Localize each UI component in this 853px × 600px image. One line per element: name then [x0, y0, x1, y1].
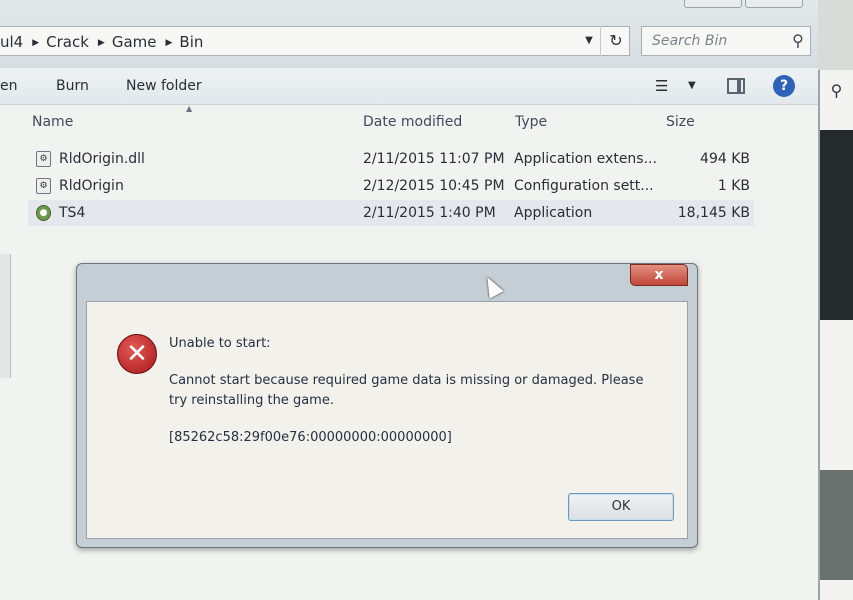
- file-name: TS4: [59, 205, 86, 221]
- dll-file-icon: ⚙: [36, 151, 51, 167]
- command-toolbar: en Burn New folder ☰ ▼ ?: [0, 68, 818, 105]
- minimize-button[interactable]: [684, 0, 742, 8]
- file-date: 2/11/2015 11:07 PM: [363, 151, 505, 167]
- dialog-close-button[interactable]: x: [630, 264, 688, 286]
- dialog-heading: Unable to start:: [169, 336, 271, 351]
- breadcrumb-separator-icon[interactable]: ▶: [32, 38, 39, 48]
- search-icon[interactable]: ⚲: [820, 78, 853, 104]
- file-type: Application extens...: [514, 151, 657, 167]
- search-input[interactable]: Search Bin: [641, 26, 811, 56]
- maximize-button[interactable]: [745, 0, 803, 8]
- file-row-selected[interactable]: ● TS4 2/11/2015 1:40 PM Application 18,1…: [28, 200, 754, 226]
- background-window-content: [820, 130, 853, 320]
- background-window-content: [820, 470, 853, 580]
- address-bar[interactable]: ul4 ▶ Crack ▶ Game ▶ Bin: [0, 26, 630, 56]
- breadcrumb-separator-icon[interactable]: ▶: [166, 38, 173, 48]
- breadcrumb-crack[interactable]: Crack: [46, 33, 89, 51]
- burn-button[interactable]: Burn: [56, 68, 89, 104]
- dialog-message-line-2: try reinstalling the game.: [169, 393, 334, 408]
- open-button[interactable]: en: [0, 68, 18, 104]
- file-date: 2/11/2015 1:40 PM: [363, 205, 496, 221]
- file-size: 494 KB: [700, 151, 750, 167]
- file-type: Configuration sett...: [514, 178, 654, 194]
- refresh-icon[interactable]: ↻: [600, 26, 631, 56]
- navigation-pane-edge: [0, 254, 11, 378]
- file-name: RldOrigin: [59, 178, 124, 194]
- help-icon[interactable]: ?: [773, 75, 795, 97]
- sort-ascending-icon: ▲: [186, 104, 193, 113]
- file-date: 2/12/2015 10:45 PM: [363, 178, 505, 194]
- search-icon[interactable]: ⚲: [788, 31, 808, 51]
- change-view-icon[interactable]: ☰: [655, 68, 668, 104]
- config-file-icon: ⚙: [36, 178, 51, 194]
- column-header-name[interactable]: Name: [32, 114, 73, 130]
- error-icon: ✕: [117, 334, 157, 374]
- file-type: Application: [514, 205, 593, 221]
- preview-pane-icon[interactable]: [727, 78, 745, 94]
- file-size: 18,145 KB: [677, 205, 750, 221]
- breadcrumb-game[interactable]: Game: [112, 33, 157, 51]
- column-header-date[interactable]: Date modified: [363, 114, 462, 130]
- file-size: 1 KB: [717, 178, 750, 194]
- column-header-size[interactable]: Size: [666, 114, 695, 130]
- dialog-message-line-1: Cannot start because required game data …: [169, 373, 644, 388]
- file-row[interactable]: ⚙ RldOrigin.dll 2/11/2015 11:07 PM Appli…: [28, 146, 754, 172]
- view-options-dropdown-icon[interactable]: ▼: [688, 68, 696, 104]
- application-icon: ●: [36, 205, 51, 221]
- new-folder-button[interactable]: New folder: [126, 68, 202, 104]
- breadcrumb-ul4[interactable]: ul4: [0, 33, 23, 51]
- breadcrumb-bin[interactable]: Bin: [179, 33, 203, 51]
- file-name: RldOrigin.dll: [59, 151, 145, 167]
- dialog-error-code: [85262c58:29f00e76:00000000:00000000]: [169, 430, 452, 445]
- ok-button[interactable]: OK: [568, 493, 674, 521]
- address-dropdown-icon[interactable]: ▼: [578, 26, 600, 56]
- column-header-type[interactable]: Type: [515, 114, 547, 130]
- file-row[interactable]: ⚙ RldOrigin 2/12/2015 10:45 PM Configura…: [28, 173, 754, 199]
- breadcrumb-separator-icon[interactable]: ▶: [98, 38, 105, 48]
